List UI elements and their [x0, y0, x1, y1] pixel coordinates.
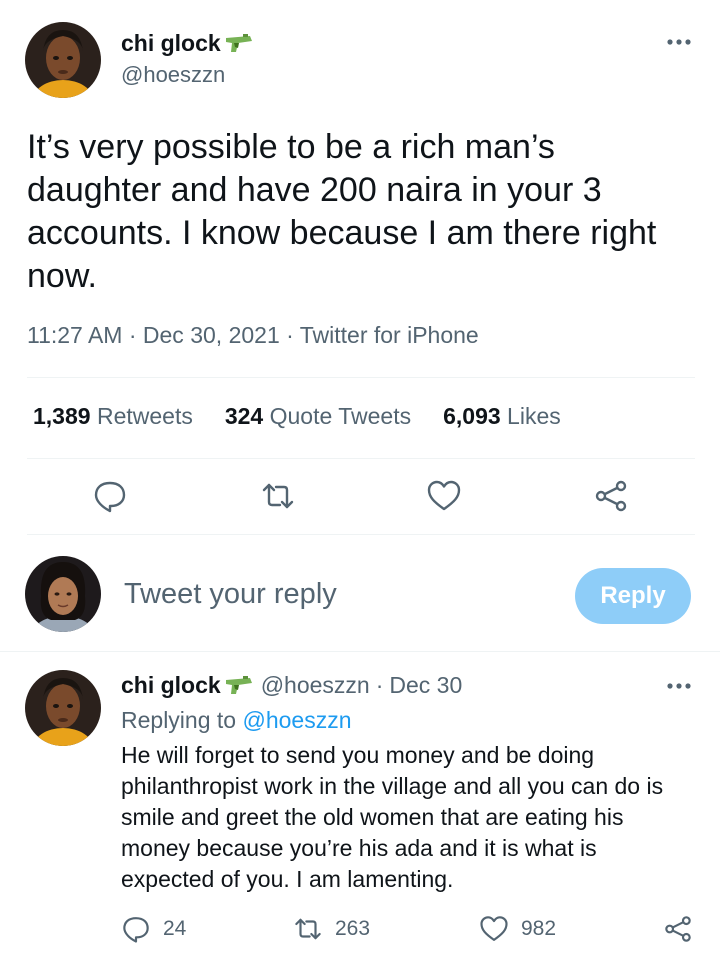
divider: [27, 377, 695, 378]
retweet-action[interactable]: 263: [293, 914, 370, 944]
share-action[interactable]: [663, 914, 693, 944]
separator-dot: ·: [375, 672, 384, 698]
retweet-icon[interactable]: [260, 478, 296, 514]
water-pistol-icon: [223, 675, 255, 697]
reply-author-name[interactable]: chi glock: [121, 672, 221, 699]
tweet-metadata[interactable]: 11:27 AM · Dec 30, 2021 · Twitter for iP…: [27, 322, 479, 349]
water-pistol-icon: [223, 33, 255, 55]
reply-author-handle[interactable]: @hoeszzn: [261, 672, 370, 699]
quote-tweets-stat[interactable]: 324 Quote Tweets: [225, 403, 411, 430]
likes-stat[interactable]: 6,093 Likes: [443, 403, 561, 430]
like-action[interactable]: 982: [479, 914, 556, 944]
reply-action[interactable]: 24: [121, 914, 186, 944]
divider: [27, 458, 695, 459]
more-options-icon[interactable]: [666, 32, 692, 52]
author-display-name[interactable]: chi glock: [121, 30, 221, 57]
author-avatar[interactable]: [25, 22, 101, 98]
reply-count: 24: [163, 917, 187, 940]
reply-tweet-text: He will forget to send you money and be …: [121, 742, 664, 892]
author-handle[interactable]: @hoeszzn: [121, 62, 225, 88]
current-user-avatar[interactable]: [25, 556, 101, 632]
reply-date[interactable]: Dec 30: [389, 672, 462, 699]
divider: [27, 534, 695, 535]
tweet-action-bar: [0, 478, 720, 518]
replying-to-line: Replying to @hoeszzn: [121, 707, 351, 734]
retweets-count: 1,389: [33, 403, 91, 429]
author-name-row[interactable]: chi glock: [121, 30, 255, 57]
tweet-text: It’s very possible to be a rich man’s da…: [27, 128, 657, 295]
like-count: 982: [521, 917, 557, 940]
likes-label: Likes: [507, 403, 561, 429]
more-options-icon[interactable]: [666, 676, 692, 696]
share-icon[interactable]: [593, 478, 629, 514]
like-icon: [479, 914, 509, 944]
share-icon: [663, 914, 693, 944]
retweets-label: Retweets: [96, 403, 193, 429]
retweet-icon: [293, 914, 323, 944]
replying-to-mention[interactable]: @hoeszzn: [242, 707, 351, 733]
reply-input[interactable]: Tweet your reply: [124, 578, 337, 611]
retweets-stat[interactable]: 1,389 Retweets: [33, 403, 193, 430]
retweet-count: 263: [335, 917, 371, 940]
reply-button[interactable]: Reply: [575, 568, 691, 624]
likes-count: 6,093: [443, 403, 501, 429]
tweet-detail-page: chi glock @hoeszzn It’s very possible to…: [0, 0, 720, 955]
reply-action-bar: 24 263 982: [0, 914, 720, 948]
quote-tweets-label: Quote Tweets: [269, 403, 412, 429]
reply-header: chi glock @hoeszzn · Dec 30: [121, 672, 462, 699]
divider: [0, 651, 720, 652]
reply-author-avatar[interactable]: [25, 670, 101, 746]
reply-icon: [121, 914, 151, 944]
quote-tweets-count: 324: [224, 403, 264, 429]
like-icon[interactable]: [426, 478, 462, 514]
replying-to-label: Replying to: [121, 707, 237, 733]
engagement-stats: 1,389 Retweets 324 Quote Tweets 6,093 Li…: [33, 403, 561, 430]
reply-icon[interactable]: [92, 478, 128, 514]
